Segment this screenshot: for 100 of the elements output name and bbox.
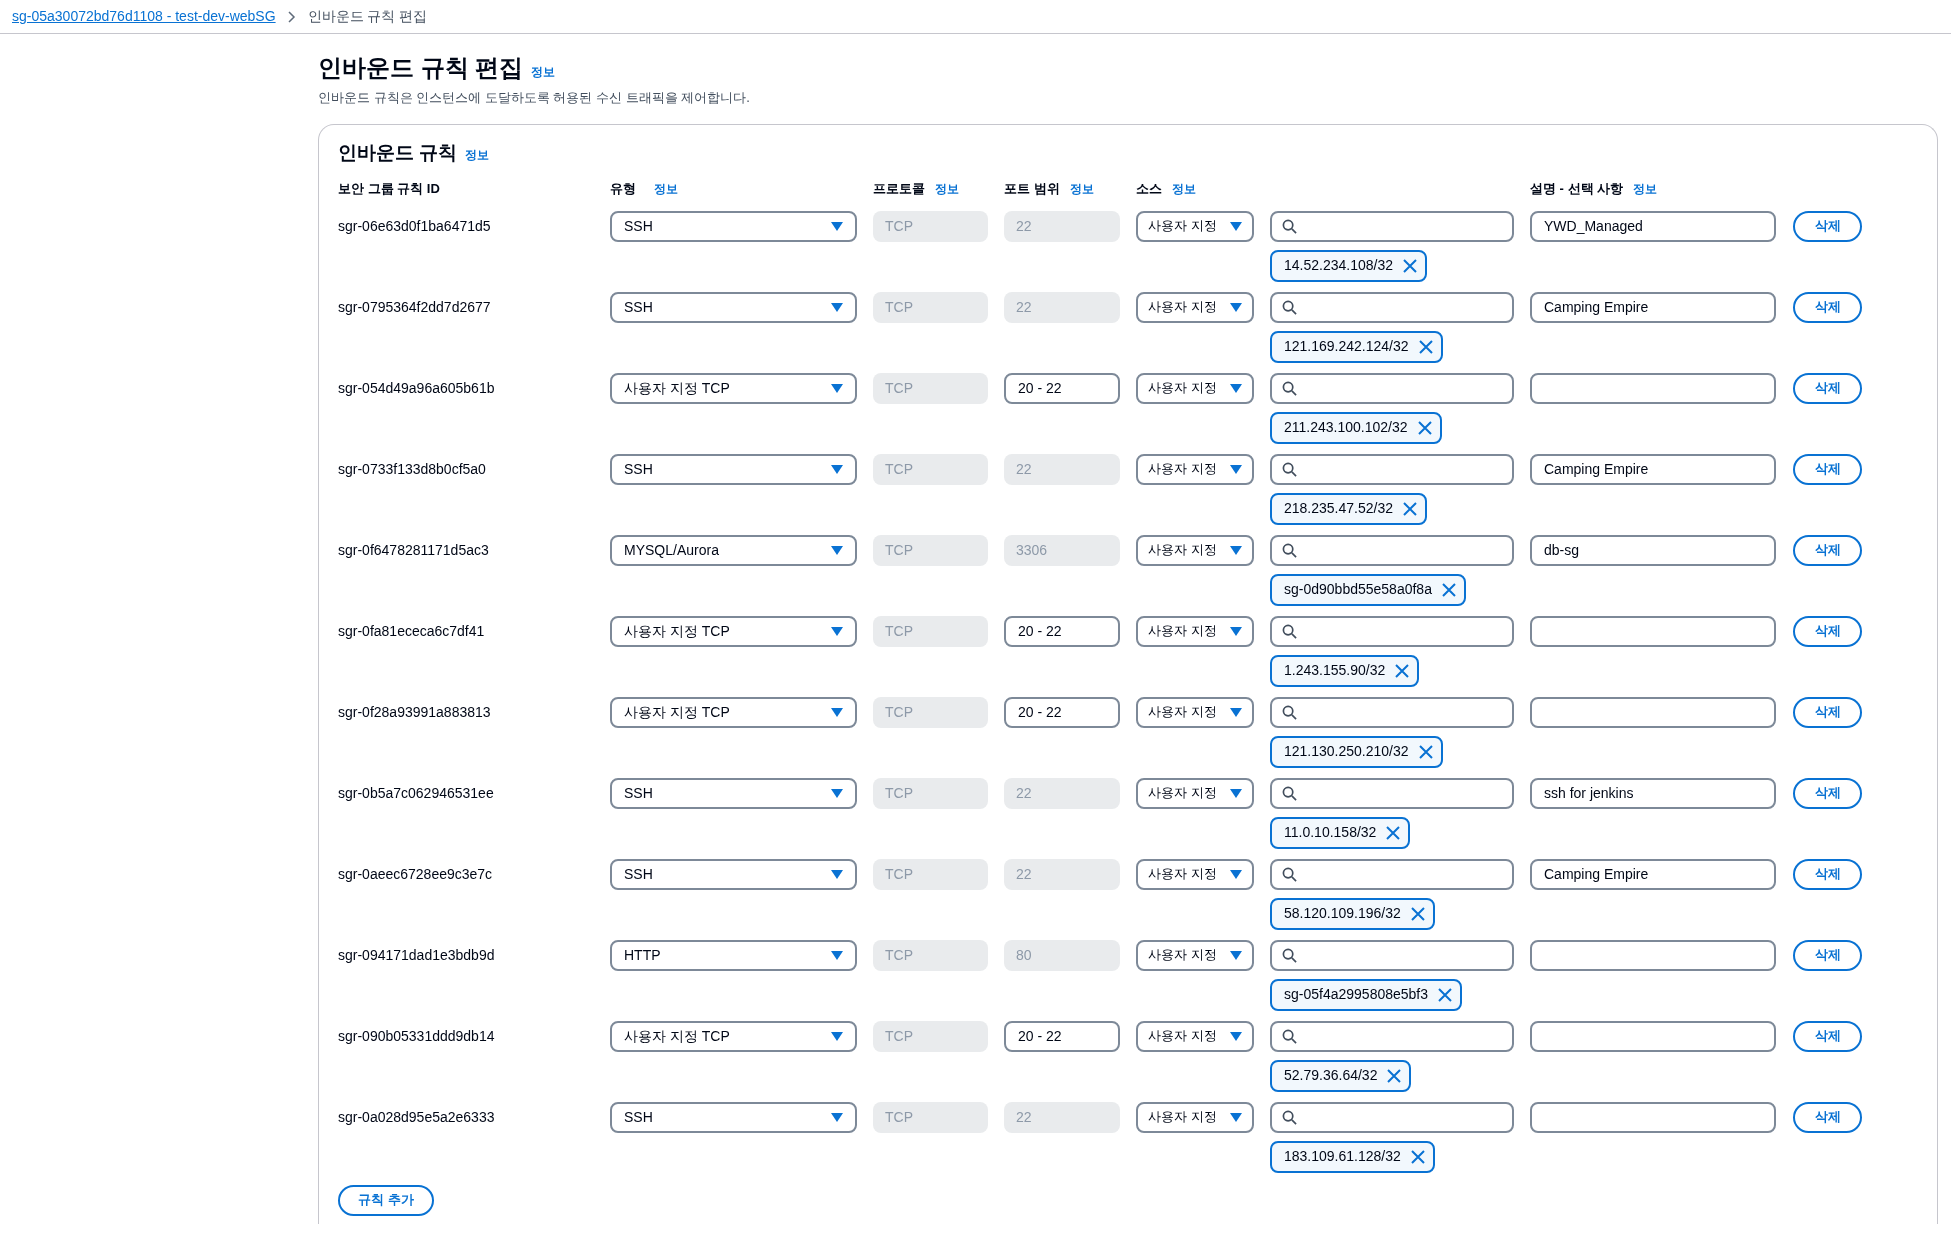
search-icon <box>1282 866 1297 882</box>
delete-button[interactable]: 삭제 <box>1793 696 1862 728</box>
delete-button[interactable]: 삭제 <box>1793 1020 1862 1052</box>
type-select[interactable]: 사용자 지정 TCP <box>610 1020 857 1052</box>
close-icon[interactable] <box>1441 582 1456 597</box>
type-select[interactable]: SSH <box>610 777 857 809</box>
close-icon[interactable] <box>1403 258 1417 273</box>
search-field[interactable] <box>1270 291 1514 323</box>
caret-icon <box>831 788 843 798</box>
close-icon[interactable] <box>1410 1149 1425 1164</box>
source-select[interactable]: 사용자 지정 <box>1136 777 1254 809</box>
panel-title: 인바운드 규칙 <box>338 140 458 165</box>
description-field[interactable]: db-sg <box>1530 534 1776 566</box>
description-field[interactable]: ssh for jenkins <box>1530 777 1776 809</box>
source-select[interactable]: 사용자 지정 <box>1136 939 1254 971</box>
source-select[interactable]: 사용자 지정 <box>1136 615 1254 647</box>
delete-button[interactable]: 삭제 <box>1793 534 1862 566</box>
type-select[interactable]: HTTP <box>610 939 857 971</box>
delete-button[interactable]: 삭제 <box>1793 939 1862 971</box>
source-token: 1.243.155.90/32 <box>1270 654 1420 687</box>
delete-button[interactable]: 삭제 <box>1793 858 1862 890</box>
type-select[interactable]: SSH <box>610 1101 857 1133</box>
delete-button[interactable]: 삭제 <box>1793 291 1862 323</box>
source-select[interactable]: 사용자 지정 <box>1136 372 1254 404</box>
type-select[interactable]: SSH <box>610 210 857 242</box>
type-select[interactable]: SSH <box>610 858 857 890</box>
description-field[interactable]: YWD_Managed <box>1530 210 1776 242</box>
breadcrumb-link[interactable]: sg-05a30072bd76d1108 - test-dev-webSG <box>12 6 276 27</box>
type-select[interactable]: 사용자 지정 TCP <box>610 696 857 728</box>
search-field[interactable] <box>1270 858 1514 890</box>
description-field[interactable]: Camping Empire <box>1530 291 1776 323</box>
close-icon[interactable] <box>1438 987 1453 1002</box>
search-field[interactable] <box>1270 534 1514 566</box>
source-select[interactable]: 사용자 지정 <box>1136 534 1254 566</box>
description-field[interactable] <box>1530 372 1776 404</box>
description-field[interactable]: Camping Empire <box>1530 453 1776 485</box>
source-select[interactable]: 사용자 지정 <box>1136 291 1254 323</box>
delete-button[interactable]: 삭제 <box>1793 453 1862 485</box>
description-field[interactable] <box>1530 615 1776 647</box>
add-rule-button[interactable]: 규칙 추가 <box>338 1184 434 1216</box>
breadcrumb-current: 인바운드 규칙 편집 <box>307 7 428 26</box>
close-icon[interactable] <box>1410 906 1425 921</box>
description-field[interactable] <box>1530 1020 1776 1052</box>
search-field[interactable] <box>1270 210 1514 242</box>
source-select[interactable]: 사용자 지정 <box>1136 210 1254 242</box>
search-field[interactable] <box>1270 939 1514 971</box>
search-field[interactable] <box>1270 1101 1514 1133</box>
delete-button[interactable]: 삭제 <box>1793 210 1862 242</box>
info-link[interactable]: 정보 <box>654 180 678 198</box>
info-link[interactable]: 정보 <box>531 63 556 81</box>
source-token: 58.120.109.196/32 <box>1270 897 1435 930</box>
close-icon[interactable] <box>1418 339 1433 354</box>
type-select[interactable]: SSH <box>610 291 857 323</box>
search-field[interactable] <box>1270 372 1514 404</box>
caret-icon <box>831 302 843 312</box>
search-field[interactable] <box>1270 615 1514 647</box>
description-field[interactable] <box>1530 696 1776 728</box>
port-field[interactable]: 20 - 22 <box>1004 372 1120 404</box>
info-link[interactable]: 정보 <box>1633 180 1658 198</box>
port-field[interactable]: 20 - 22 <box>1004 615 1120 647</box>
info-link[interactable]: 정보 <box>935 180 959 198</box>
close-icon[interactable] <box>1403 501 1417 516</box>
type-select[interactable]: SSH <box>610 453 857 485</box>
source-select[interactable]: 사용자 지정 <box>1136 696 1254 728</box>
description-field[interactable] <box>1530 939 1776 971</box>
type-select[interactable]: 사용자 지정 TCP <box>610 372 857 404</box>
info-link[interactable]: 정보 <box>1069 180 1094 198</box>
search-field[interactable] <box>1270 777 1514 809</box>
search-field[interactable] <box>1270 696 1514 728</box>
description-field[interactable] <box>1530 1101 1776 1133</box>
port-field[interactable]: 20 - 22 <box>1004 1020 1120 1052</box>
close-icon[interactable] <box>1386 825 1401 840</box>
source-select[interactable]: 사용자 지정 <box>1136 1101 1254 1133</box>
port-field[interactable]: 20 - 22 <box>1004 696 1120 728</box>
close-icon[interactable] <box>1418 744 1433 759</box>
type-select[interactable]: MYSQL/Aurora <box>610 534 857 566</box>
source-select[interactable]: 사용자 지정 <box>1136 1020 1254 1052</box>
description-field[interactable]: Camping Empire <box>1530 858 1776 890</box>
delete-button[interactable]: 삭제 <box>1793 615 1862 647</box>
delete-button[interactable]: 삭제 <box>1793 1101 1862 1133</box>
info-link[interactable]: 정보 <box>1172 180 1196 198</box>
caret-icon <box>831 869 843 879</box>
source-select[interactable]: 사용자 지정 <box>1136 858 1254 890</box>
search-field[interactable] <box>1270 453 1514 485</box>
delete-button[interactable]: 삭제 <box>1793 372 1862 404</box>
close-icon[interactable] <box>1387 1068 1402 1083</box>
delete-button[interactable]: 삭제 <box>1793 777 1862 809</box>
type-select[interactable]: 사용자 지정 TCP <box>610 615 857 647</box>
close-icon[interactable] <box>1417 420 1432 435</box>
search-field[interactable] <box>1270 1020 1514 1052</box>
caret-icon <box>1230 788 1242 798</box>
caret-icon <box>831 950 843 960</box>
rule-id: sgr-0aeec6728ee9c3e7c <box>338 864 494 884</box>
info-link[interactable]: 정보 <box>465 145 490 164</box>
source-select[interactable]: 사용자 지정 <box>1136 453 1254 485</box>
source-token: 52.79.36.64/32 <box>1270 1059 1412 1092</box>
source-token: 211.243.100.102/32 <box>1270 411 1442 444</box>
rule-id: sgr-0a028d95e5a2e6333 <box>338 1107 496 1127</box>
source-token: sg-0d90bbd55e58a0f8a <box>1270 573 1466 606</box>
close-icon[interactable] <box>1395 663 1410 678</box>
